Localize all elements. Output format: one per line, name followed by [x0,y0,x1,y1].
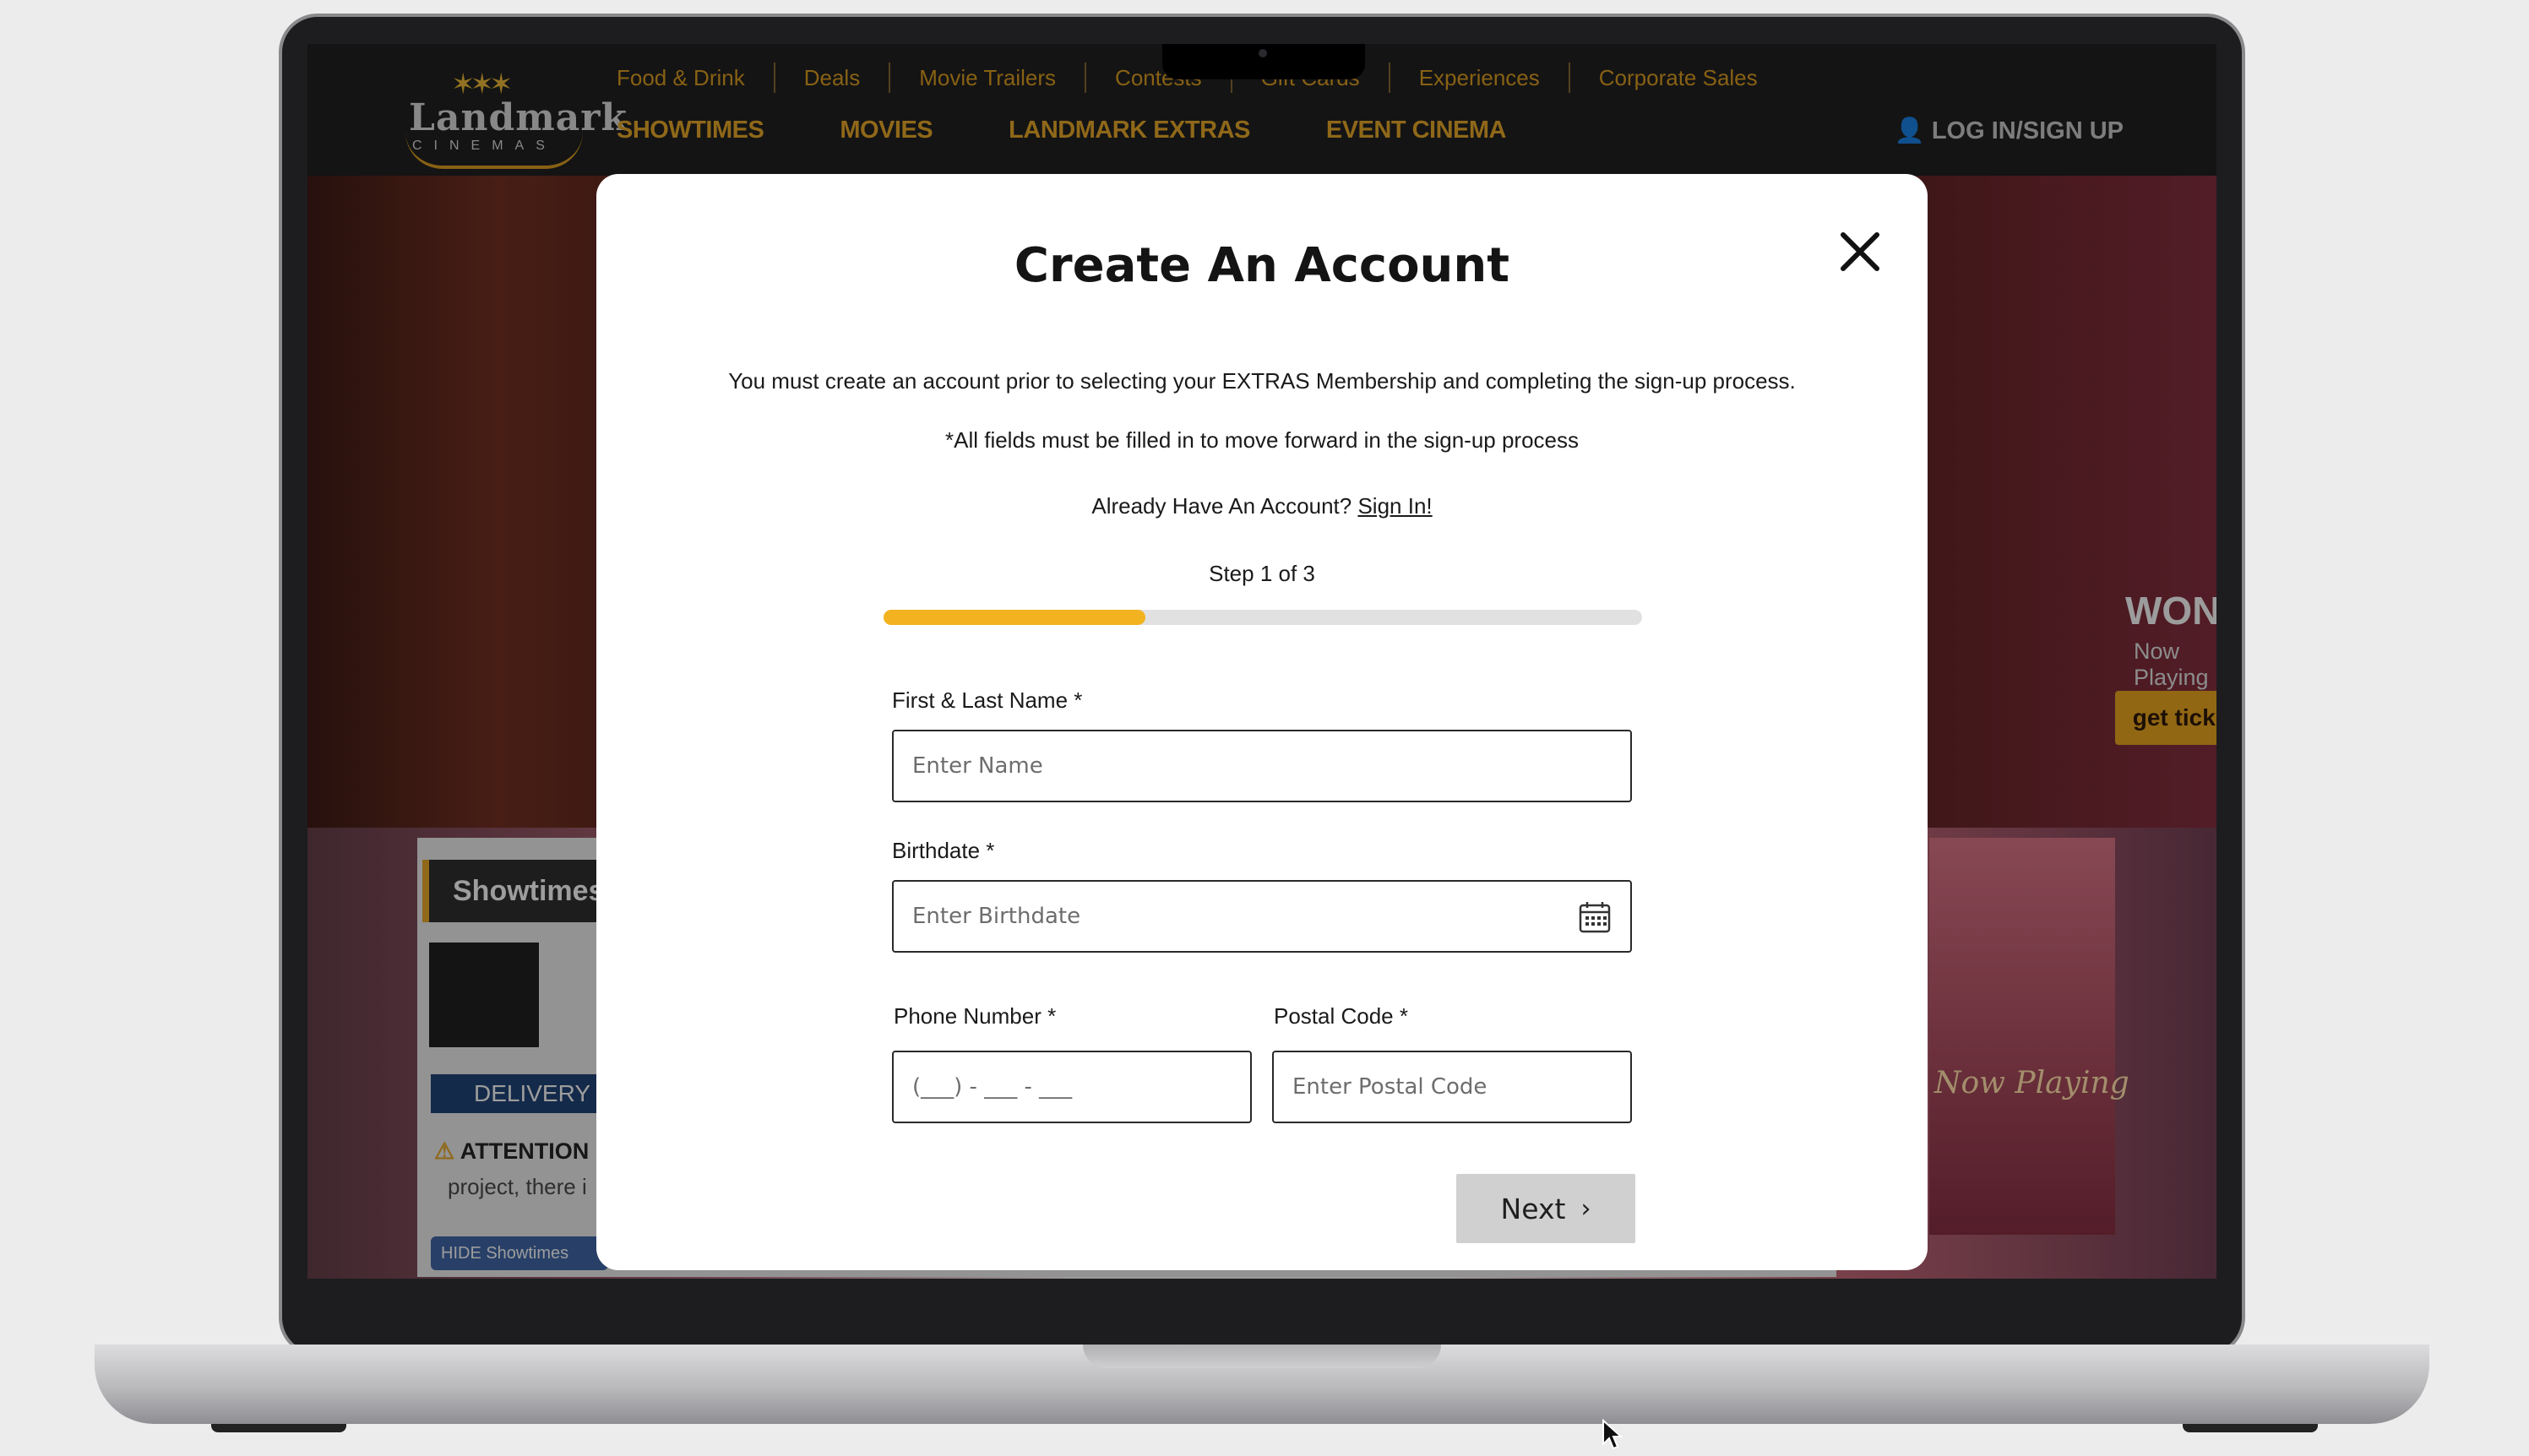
sign-in-link[interactable]: Sign In! [1357,493,1432,519]
progress-fill [884,610,1145,625]
birthdate-field[interactable] [892,880,1632,953]
modal-description: You must create an account prior to sele… [728,368,1796,394]
laptop-opening-notch [1083,1345,1441,1368]
modal-note: *All fields must be filled in to move fo… [944,427,1579,453]
camera-icon [1259,49,1267,57]
screen: ✶✶✶ Landmark CINEMAS Food & Drink Deals … [307,44,2216,1279]
modal-title: Create An Account [1014,238,1510,293]
next-button[interactable]: Next › [1456,1174,1635,1243]
phone-field[interactable] [892,1051,1252,1123]
camera-notch [1162,44,1365,79]
phone-input[interactable] [894,1052,1250,1122]
laptop-foot-right [2183,1424,2318,1432]
have-account-text: Already Have An Account? [1091,493,1352,519]
birthdate-label: Birthdate * [892,838,995,863]
postal-input[interactable] [1274,1052,1630,1122]
calendar-icon[interactable] [1576,899,1613,936]
next-label: Next [1500,1192,1566,1225]
progress-bar [884,610,1642,625]
name-field[interactable] [892,730,1632,802]
create-account-modal: Create An Account You must create an acc… [596,174,1928,1270]
have-account-line: Already Have An Account? Sign In! [596,493,1928,519]
birthdate-input[interactable] [894,882,1630,951]
name-input[interactable] [894,731,1630,801]
chevron-right-icon: › [1580,1193,1591,1224]
laptop-foot-left [211,1424,346,1432]
step-indicator: Step 1 of 3 [1209,561,1315,586]
postal-field[interactable] [1272,1051,1632,1123]
mouse-cursor-icon [1602,1419,1623,1450]
name-label: First & Last Name * [892,687,1083,713]
phone-label: Phone Number * [894,1003,1057,1029]
postal-label: Postal Code * [1274,1003,1408,1029]
